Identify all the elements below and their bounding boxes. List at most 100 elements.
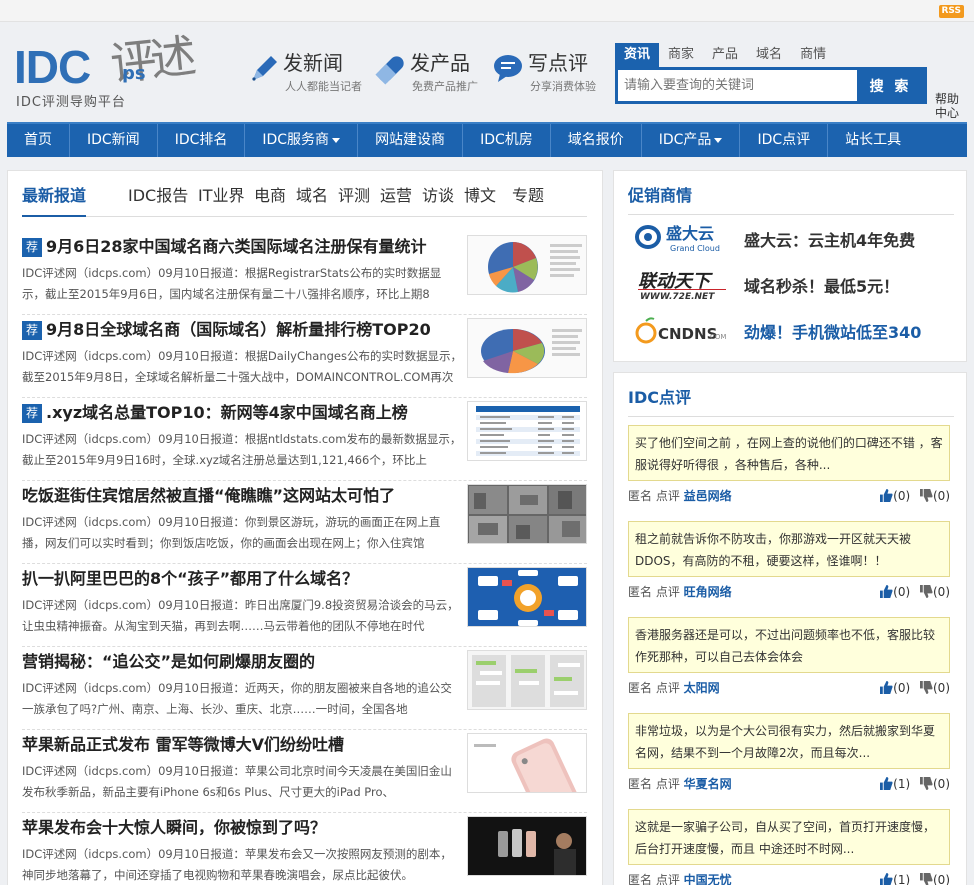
downvote-count: (0) xyxy=(933,489,950,503)
news-tab-blog[interactable]: 博文 xyxy=(464,185,496,217)
upvote-count: (0) xyxy=(893,681,911,695)
review-target[interactable]: 益邑网络 xyxy=(684,489,732,503)
publish-product-title: 发产品 xyxy=(410,51,470,75)
nav-idc-reviews[interactable]: IDC点评 xyxy=(740,124,829,157)
review-text[interactable]: 买了他们空间之前 ，在网上查的说他们的口碑还不错 ，客服说得好听得很 ，各种售后… xyxy=(628,425,950,481)
news-tabs: 最新报道 IDC报告 IT业界 电商 域名 评测 运营 访谈 博文 专题 xyxy=(22,185,587,217)
nav-webmaster-tools[interactable]: 站长工具 xyxy=(828,124,918,157)
news-title[interactable]: 吃饭逛街住宾馆居然被直播“俺瞧瞧”这网站太可怕了 xyxy=(22,484,395,508)
news-item[interactable]: 苹果新品正式发布 雷军等微博大V们纷纷吐槽 IDC评述网（idcps.com）0… xyxy=(22,733,587,813)
news-title[interactable]: 荐 9月8日全球域名商（国际域名）解析量排行榜TOP20 xyxy=(22,318,431,342)
news-item[interactable]: 吃饭逛街住宾馆居然被直播“俺瞧瞧”这网站太可怕了 IDC评述网（idcps.co… xyxy=(22,484,587,564)
news-item[interactable]: 营销揭秘：“追公交”是如何刷爆朋友圈的 IDC评述网（idcps.com）09月… xyxy=(22,650,587,730)
nav-idc-products-label: IDC产品 xyxy=(658,132,712,148)
site-logo[interactable]: 评述 IDC ps IDC评测导购平台 xyxy=(14,29,214,132)
news-item[interactable]: 荐 9月8日全球域名商（国际域名）解析量排行榜TOP20 IDC评述网（idcps… xyxy=(22,318,587,398)
news-item[interactable]: 荐 9月6日28家中国域名商六类国际域名注册保有量统计 IDC评述网（idcps.… xyxy=(22,235,587,315)
anon-label: 匿名 点评 xyxy=(628,585,680,599)
news-tab-topic[interactable]: 专题 xyxy=(512,185,544,217)
publish-news-link[interactable]: 发新闻 人人都能当记者 xyxy=(247,50,367,100)
news-tab-latest[interactable]: 最新报道 xyxy=(22,185,87,217)
review-votes: (1) (0) xyxy=(880,871,950,885)
promo-item[interactable]: 联动天下 WWW.72E.NET 域名秒杀！最低5元！ xyxy=(634,267,954,307)
write-review-link[interactable]: 写点评 分享消费体验 xyxy=(492,50,612,100)
nav-idc-products[interactable]: IDC产品 xyxy=(642,124,741,157)
review-text[interactable]: 非常垃圾，以为是个大公司很有实力，然后就搬家到华夏名网，结果不到一个月故障2次，… xyxy=(628,713,950,769)
review-target[interactable]: 华夏名网 xyxy=(684,777,732,791)
review-votes: (0) (0) xyxy=(880,583,950,601)
news-title[interactable]: 苹果新品正式发布 雷军等微博大V们纷纷吐槽 xyxy=(22,733,344,757)
promo-brand: 盛大云 xyxy=(666,224,714,243)
review-text[interactable]: 租之前就告诉你不防攻击，你那游戏一开区就天天被DDOS，有高防的不租，硬要这样，… xyxy=(628,521,950,577)
news-summary: IDC评述网（idcps.com）09月10日报道：苹果公司北京时间今天凌晨在美… xyxy=(22,764,452,799)
thumbs-down-icon[interactable] xyxy=(920,873,933,885)
news-thumbnail[interactable] xyxy=(467,484,587,544)
news-item[interactable]: 荐 .xyz域名总量TOP10：新网等4家中国域名商上榜 IDC评述网（idcps… xyxy=(22,401,587,481)
news-title[interactable]: 苹果发布会十大惊人瞬间，你被惊到了吗？ xyxy=(22,816,326,840)
thumbs-down-icon[interactable] xyxy=(920,585,933,598)
news-thumbnail[interactable] xyxy=(467,401,587,461)
news-thumbnail[interactable] xyxy=(467,318,587,378)
thumbs-down-icon[interactable] xyxy=(920,777,933,790)
nav-web-builders[interactable]: 网站建设商 xyxy=(358,124,464,157)
news-title[interactable]: 荐 .xyz域名总量TOP10：新网等4家中国域名商上榜 xyxy=(22,401,408,425)
news-summary: IDC评述网（idcps.com）09月10日报道：苹果发布会又一次按照网友预测… xyxy=(22,847,452,882)
nav-domain-prices[interactable]: 域名报价 xyxy=(551,124,642,157)
search-tabs: 资讯 商家 产品 域名 商情 xyxy=(615,43,859,67)
search-input[interactable] xyxy=(618,70,858,101)
search-tab-vendor[interactable]: 商家 xyxy=(659,43,703,67)
promo-item[interactable]: CNDNS COM 劲爆！手机微站低至340 xyxy=(634,313,954,353)
news-title[interactable]: 营销揭秘：“追公交”是如何刷爆朋友圈的 xyxy=(22,650,315,674)
thumbs-down-icon[interactable] xyxy=(920,681,933,694)
nav-webmaster-tools-label: 站长工具 xyxy=(845,132,902,148)
search-tab-product[interactable]: 产品 xyxy=(703,43,747,67)
news-tab-idc-report[interactable]: IDC报告 xyxy=(128,185,188,217)
news-tab-domain[interactable]: 域名 xyxy=(296,185,328,217)
news-summary: IDC评述网（idcps.com）09月10日报道：近两天，你的朋友圈被来自各地… xyxy=(22,681,452,716)
news-title-text: 苹果发布会十大惊人瞬间，你被惊到了吗？ xyxy=(22,818,327,837)
review-votes: (1) (0) xyxy=(880,775,950,793)
thumbs-up-icon[interactable] xyxy=(880,585,893,598)
thumbs-up-icon[interactable] xyxy=(880,489,893,502)
thumbs-up-icon[interactable] xyxy=(880,777,893,790)
review-text[interactable]: 这就是一家骗子公司，自从买了空间，首页打开速度慢，后台打开速度慢，而且 中途还时… xyxy=(628,809,950,865)
review-meta: 匿名 点评 太阳网 (0) (0) xyxy=(628,679,954,697)
thumbs-down-icon[interactable] xyxy=(920,489,933,502)
news-thumbnail[interactable] xyxy=(467,567,587,627)
news-item[interactable]: 扒一扒阿里巴巴的8个“孩子”都用了什么域名？ IDC评述网（idcps.com）… xyxy=(22,567,587,647)
search-tab-news[interactable]: 资讯 xyxy=(615,43,660,67)
news-tab-interview[interactable]: 访谈 xyxy=(422,185,454,217)
news-tab-it-industry[interactable]: IT业界 xyxy=(198,185,245,217)
cctv-grid-image xyxy=(468,485,586,543)
news-tab-review[interactable]: 评测 xyxy=(338,185,370,217)
thumbs-up-icon[interactable] xyxy=(880,681,893,694)
nav-idc-news[interactable]: IDC新闻 xyxy=(70,124,158,157)
thumbs-up-icon[interactable] xyxy=(880,873,893,885)
nav-idc-ranking[interactable]: IDC排名 xyxy=(158,124,246,157)
review-target[interactable]: 中国无忧 xyxy=(684,873,732,885)
news-thumbnail[interactable] xyxy=(467,235,587,295)
news-item[interactable]: 苹果发布会十大惊人瞬间，你被惊到了吗？ IDC评述网（idcps.com）09月… xyxy=(22,816,587,885)
help-center-link[interactable]: 帮助中心 xyxy=(935,92,965,120)
news-title[interactable]: 扒一扒阿里巴巴的8个“孩子”都用了什么域名？ xyxy=(22,567,358,591)
news-title[interactable]: 荐 9月6日28家中国域名商六类国际域名注册保有量统计 xyxy=(22,235,427,259)
publish-product-link[interactable]: 发产品 免费产品推广 xyxy=(374,50,494,100)
rss-badge[interactable]: RSS xyxy=(938,5,964,18)
news-thumbnail[interactable] xyxy=(467,733,587,793)
promo-item[interactable]: 盛大云 Grand Cloud 盛大云：云主机4年免费 xyxy=(634,221,954,261)
news-tab-operation[interactable]: 运营 xyxy=(380,185,412,217)
search-button[interactable]: 搜 索 xyxy=(857,70,924,101)
search-tab-domain[interactable]: 域名 xyxy=(747,43,791,67)
news-thumbnail[interactable] xyxy=(467,650,587,710)
review-text[interactable]: 香港服务器还是可以，不过出问题频率也不低，客服比较作死那种，可以自己去体会体会 xyxy=(628,617,950,673)
news-thumbnail[interactable] xyxy=(467,816,587,876)
table-image xyxy=(468,402,586,460)
search-tab-deals[interactable]: 商情 xyxy=(791,43,835,67)
news-tab-ecommerce[interactable]: 电商 xyxy=(254,185,286,217)
review-target[interactable]: 太阳网 xyxy=(684,681,720,695)
promo-brand: 联动天下 xyxy=(638,271,713,292)
nav-home[interactable]: 首页 xyxy=(7,124,70,157)
nav-idc-providers[interactable]: IDC服务商 xyxy=(245,124,359,157)
review-target[interactable]: 旺角网络 xyxy=(684,585,732,599)
nav-idc-datacenter[interactable]: IDC机房 xyxy=(463,124,551,157)
